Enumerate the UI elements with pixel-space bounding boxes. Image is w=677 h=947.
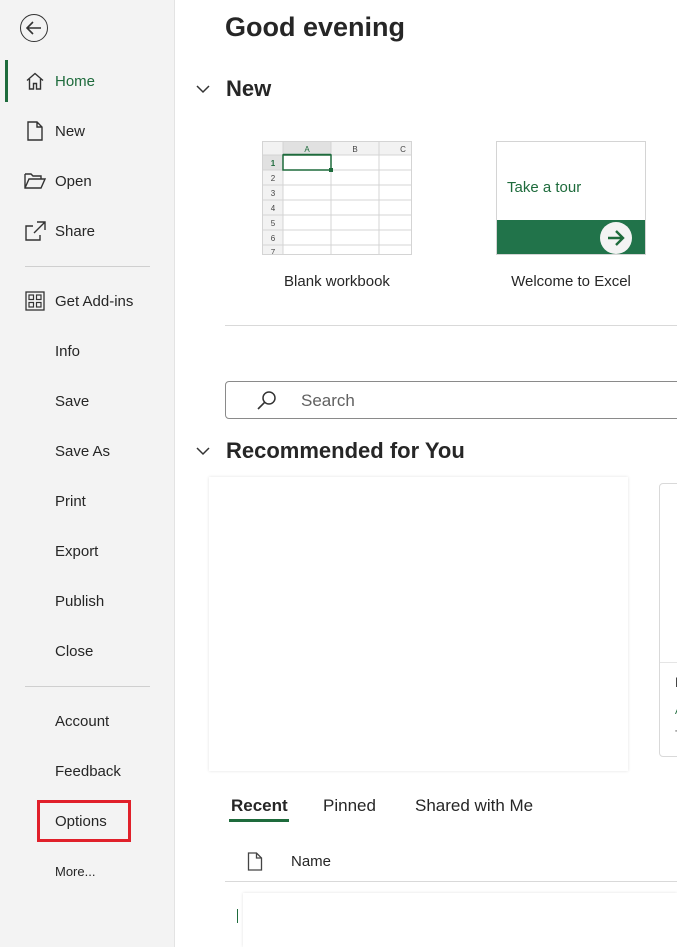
backstage-sidebar: Home New Open Share Get Add-ins Info Sav… — [0, 0, 175, 947]
row-header-6: 6 — [271, 234, 276, 243]
sidebar-item-label: Account — [55, 712, 110, 730]
sidebar-divider — [25, 686, 150, 687]
recommended-card[interactable] — [209, 477, 628, 771]
spreadsheet-grid-preview: A B C 1 2 3 4 5 6 7 — [263, 142, 411, 255]
sidebar-item-feedback[interactable]: Feedback — [0, 753, 174, 789]
welcome-to-excel-thumbnail[interactable]: Take a tour — [496, 141, 646, 255]
sidebar-item-new[interactable]: New — [0, 113, 174, 149]
welcome-to-excel-label[interactable]: Welcome to Excel — [476, 273, 666, 290]
row-header-5: 5 — [271, 219, 276, 228]
section-title: Recommended for You — [226, 438, 465, 463]
arrow-right-icon — [600, 222, 632, 254]
sidebar-item-label: More... — [55, 863, 96, 879]
recommended-card[interactable]: D A T — [659, 483, 677, 757]
recommended-section-header[interactable]: Recommended for You — [196, 438, 465, 464]
row-header-3: 3 — [271, 189, 276, 198]
tab-shared-with-me[interactable]: Shared with Me — [415, 796, 533, 816]
sidebar-item-home[interactable]: Home — [0, 63, 174, 99]
card-divider — [660, 662, 677, 663]
greeting-title: Good evening — [225, 12, 406, 42]
sidebar-item-label: Save As — [55, 442, 111, 460]
search-input[interactable]: Search — [225, 381, 677, 419]
sidebar-item-label: Get Add-ins — [55, 292, 134, 310]
blank-workbook-thumbnail[interactable]: A B C 1 2 3 4 5 6 7 — [262, 141, 412, 255]
sidebar-item-label: Publish — [55, 592, 105, 610]
sidebar-item-label: Open — [55, 172, 92, 190]
file-type-icon — [247, 852, 263, 876]
sidebar-item-label: Info — [55, 342, 81, 360]
file-list-row[interactable] — [243, 893, 677, 947]
row-header-1: 1 — [271, 159, 276, 168]
sidebar-item-label: Home — [55, 72, 96, 90]
new-document-icon — [24, 120, 46, 142]
row-header-4: 4 — [271, 204, 276, 213]
sidebar-item-info[interactable]: Info — [0, 333, 174, 369]
sidebar-item-account[interactable]: Account — [0, 703, 174, 739]
sidebar-item-get-add-ins[interactable]: Get Add-ins — [0, 283, 174, 319]
chevron-down-icon — [196, 81, 212, 97]
sidebar-item-export[interactable]: Export — [0, 533, 174, 569]
tab-pinned[interactable]: Pinned — [323, 796, 376, 816]
row-header-2: 2 — [271, 174, 276, 183]
sidebar-item-publish[interactable]: Publish — [0, 583, 174, 619]
sidebar-item-label: Print — [55, 492, 86, 510]
sidebar-item-open[interactable]: Open — [0, 163, 174, 199]
sidebar-item-label: Share — [55, 222, 96, 240]
column-header-a: A — [304, 145, 310, 154]
grid-add-ins-icon — [24, 290, 46, 312]
folder-open-icon — [24, 170, 46, 192]
take-a-tour-text: Take a tour — [507, 179, 582, 196]
name-column-header[interactable]: Name — [291, 853, 331, 870]
home-icon — [24, 70, 46, 92]
tab-active-underline — [229, 819, 289, 822]
row-header-7: 7 — [271, 248, 276, 255]
tab-recent[interactable]: Recent — [231, 796, 288, 816]
sidebar-item-label: New — [55, 122, 86, 140]
sidebar-item-label: Close — [55, 642, 94, 660]
share-icon — [24, 220, 46, 242]
new-section-header[interactable]: New — [196, 76, 271, 102]
options-highlight-box — [37, 800, 131, 842]
sidebar-divider — [25, 266, 150, 267]
sidebar-item-save-as[interactable]: Save As — [0, 433, 174, 469]
sidebar-item-label: Export — [55, 542, 99, 560]
file-list-header: Name — [225, 842, 677, 882]
sidebar-item-label: Save — [55, 392, 90, 410]
row-indicator — [237, 909, 238, 923]
sidebar-item-close[interactable]: Close — [0, 633, 174, 669]
sidebar-item-share[interactable]: Share — [0, 213, 174, 249]
sidebar-item-more[interactable]: More... — [0, 853, 174, 889]
search-placeholder: Search — [301, 391, 355, 410]
blank-workbook-label[interactable]: Blank workbook — [242, 273, 432, 290]
chevron-down-icon — [196, 443, 212, 459]
search-icon — [256, 390, 278, 417]
sidebar-item-label: Feedback — [55, 762, 121, 780]
section-divider — [225, 325, 677, 326]
sidebar-item-save[interactable]: Save — [0, 383, 174, 419]
sidebar-item-print[interactable]: Print — [0, 483, 174, 519]
back-arrow-icon[interactable] — [20, 14, 48, 42]
column-header-b: B — [352, 145, 357, 154]
section-title: New — [226, 76, 272, 101]
column-header-c: C — [400, 145, 406, 154]
